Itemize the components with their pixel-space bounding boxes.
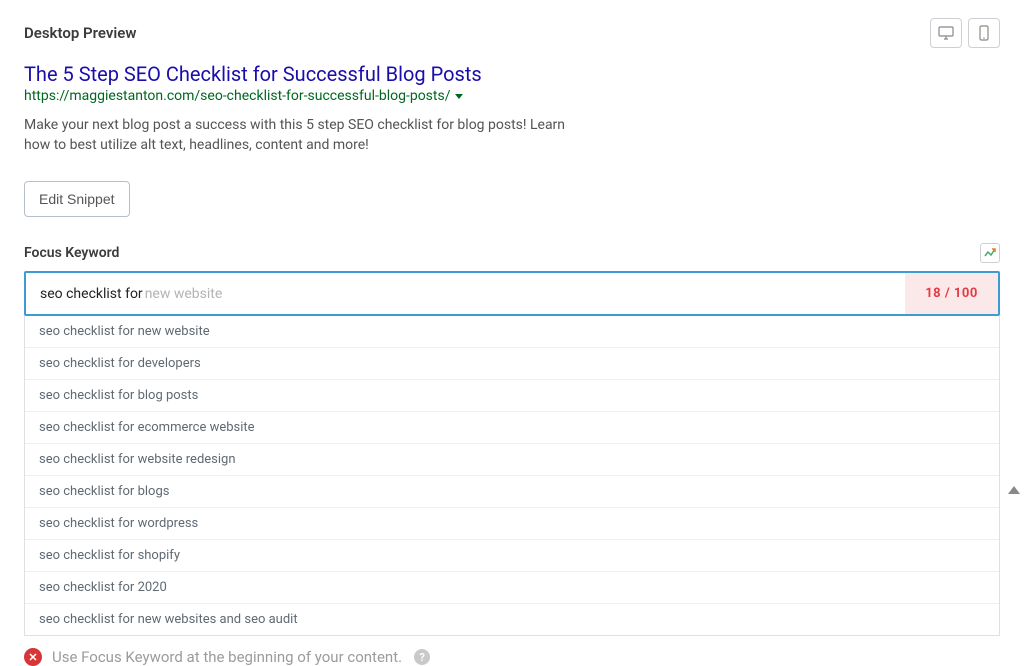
- keyword-ghost-text: new website: [145, 286, 223, 302]
- suggestion-item[interactable]: seo checklist for blog posts: [25, 380, 999, 412]
- edit-snippet-button[interactable]: Edit Snippet: [24, 181, 130, 217]
- suggestion-item[interactable]: seo checklist for website redesign: [25, 444, 999, 476]
- serp-title: The 5 Step SEO Checklist for Successful …: [24, 62, 1000, 86]
- focus-keyword-label: Focus Keyword: [24, 245, 119, 261]
- suggestion-item[interactable]: seo checklist for wordpress: [25, 508, 999, 540]
- suggestion-item[interactable]: seo checklist for new websites and seo a…: [25, 604, 999, 635]
- device-toggles: [930, 18, 1000, 48]
- trends-icon: [984, 247, 996, 259]
- trends-button[interactable]: [980, 243, 1000, 263]
- suggestion-item[interactable]: seo checklist for ecommerce website: [25, 412, 999, 444]
- keyword-char-count: 18 / 100: [905, 273, 998, 314]
- caret-down-icon: [455, 94, 463, 99]
- serp-description: Make your next blog post a success with …: [24, 116, 584, 155]
- serp-url: https://maggiestanton.com/seo-checklist-…: [24, 88, 451, 104]
- error-icon: ✕: [24, 648, 42, 666]
- content-tip-text: Use Focus Keyword at the beginning of yo…: [52, 648, 402, 666]
- preview-title: Desktop Preview: [24, 24, 136, 42]
- suggestion-item[interactable]: seo checklist for 2020: [25, 572, 999, 604]
- suggestion-item[interactable]: seo checklist for new website: [25, 316, 999, 348]
- keyword-suggestions-dropdown: seo checklist for new website seo checkl…: [24, 316, 1000, 636]
- mobile-toggle-button[interactable]: [968, 18, 1000, 48]
- focus-keyword-input[interactable]: seo checklist for new website 18 / 100: [24, 271, 1000, 316]
- desktop-icon: [938, 26, 954, 40]
- help-icon[interactable]: ?: [414, 649, 430, 665]
- mobile-icon: [979, 25, 989, 41]
- suggestion-item[interactable]: seo checklist for developers: [25, 348, 999, 380]
- scroll-up-icon[interactable]: [1008, 486, 1020, 494]
- serp-url-row[interactable]: https://maggiestanton.com/seo-checklist-…: [24, 88, 1000, 104]
- keyword-input-area[interactable]: seo checklist for new website: [26, 273, 905, 314]
- suggestion-item[interactable]: seo checklist for blogs: [25, 476, 999, 508]
- preview-header: Desktop Preview: [24, 18, 1000, 48]
- suggestion-item[interactable]: seo checklist for shopify: [25, 540, 999, 572]
- keyword-typed-text: seo checklist for: [40, 286, 143, 302]
- content-tip-row: ✕ Use Focus Keyword at the beginning of …: [24, 648, 1000, 666]
- desktop-toggle-button[interactable]: [930, 18, 962, 48]
